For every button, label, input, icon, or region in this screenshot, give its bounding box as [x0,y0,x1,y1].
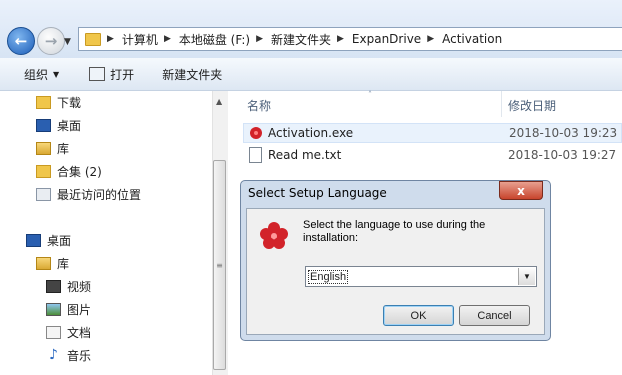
setup-language-dialog: Select Setup Language x Select the langu… [240,180,551,341]
chevron-right-icon[interactable]: ▶ [107,34,114,44]
navigation-pane: 下载 桌面 库 合集 (2) 最近访问的位置 桌面 库 视频 图片 文档 ♪ 音… [0,91,228,375]
open-button[interactable]: 打开 [89,66,134,83]
chevron-right-icon[interactable]: ▶ [427,34,434,44]
dialog-message: Select the language to use during the in… [303,219,486,244]
nav-label: 文档 [67,326,92,340]
scroll-up-icon[interactable]: ▲ [216,97,222,106]
chevron-right-icon[interactable]: ▶ [256,34,263,44]
app-flower-icon [250,127,262,139]
language-select[interactable]: English ▼ [305,266,537,287]
chevron-down-icon: ▼ [53,69,60,79]
organize-button[interactable]: 组织 ▼ [24,66,59,83]
nav-label: 桌面 [47,234,72,248]
ok-button[interactable]: OK [383,305,454,326]
chevron-down-icon[interactable]: ▼ [518,268,535,285]
music-note-icon: ♪ [49,347,58,363]
forward-arrow-icon[interactable]: → [37,27,65,55]
nav-item-recent-places[interactable]: 最近访问的位置 [36,186,141,203]
cancel-button[interactable]: Cancel [459,305,530,326]
library-icon [36,142,51,155]
address-bar[interactable]: ▶ 计算机 ▶ 本地磁盘 (F:) ▶ 新建文件夹 ▶ ExpanDrive ▶… [78,27,622,51]
new-folder-button[interactable]: 新建文件夹 [162,66,222,83]
sort-chevron-icon: ˄ [368,90,372,99]
nav-item-desktop[interactable]: 桌面 [36,117,81,134]
nav-label: 音乐 [67,349,92,363]
nav-item-libraries-root[interactable]: 库 [36,255,69,272]
breadcrumb-item[interactable]: ExpanDrive [352,32,421,46]
recent-places-icon [36,188,51,201]
folder-icon [36,165,51,178]
video-icon [46,280,61,293]
nav-label: 合集 (2) [57,165,102,179]
document-icon [46,326,61,339]
language-selected: English [308,269,349,284]
text-file-icon [249,147,262,163]
nav-label: 库 [57,142,70,156]
command-bar: 组织 ▼ 打开 新建文件夹 [0,58,622,91]
dialog-title: Select Setup Language [248,186,387,200]
nav-item-libraries[interactable]: 库 [36,140,69,157]
nav-label: 桌面 [57,119,82,133]
open-label: 打开 [110,67,135,82]
chevron-right-icon[interactable]: ▶ [164,34,171,44]
file-row[interactable]: Read me.txt 2018-10-03 19:27 [243,145,622,165]
nav-label: 图片 [67,303,92,317]
close-button[interactable]: x [499,181,543,200]
back-arrow-icon[interactable]: ← [7,27,35,55]
column-header-date[interactable]: 修改日期 [508,97,556,114]
nav-label: 库 [57,257,70,271]
breadcrumb-item[interactable]: 本地磁盘 (F:) [179,31,250,48]
file-date: 2018-10-03 19:27 [508,148,617,162]
folder-icon [36,96,51,109]
close-icon: x [517,183,525,198]
folder-icon [85,32,101,46]
library-icon [36,257,51,270]
nav-label: 视频 [67,280,92,294]
desktop-icon [36,119,51,132]
breadcrumb-item[interactable]: Activation [442,32,502,46]
scrollbar-thumb[interactable]: ≡ [213,160,226,370]
organize-label: 组织 [24,67,49,82]
history-dropdown-icon[interactable]: ▼ [64,37,71,47]
file-row[interactable]: Activation.exe 2018-10-03 19:23 [243,123,622,143]
nav-item-desktop-root[interactable]: 桌面 [26,232,71,249]
file-name: Read me.txt [268,148,342,162]
column-header-name[interactable]: 名称 [247,97,271,114]
nav-item-music[interactable]: ♪ 音乐 [46,347,91,364]
nav-item-collection[interactable]: 合集 (2) [36,163,102,180]
nav-item-documents[interactable]: 文档 [46,324,91,341]
app-flower-icon [260,222,288,249]
new-folder-label: 新建文件夹 [162,67,223,82]
open-icon [89,67,106,81]
picture-icon [46,303,61,316]
dialog-body: Select the language to use during the in… [246,208,545,335]
nav-label: 最近访问的位置 [57,188,142,202]
breadcrumb-item[interactable]: 新建文件夹 [271,31,331,48]
breadcrumb-item[interactable]: 计算机 [122,31,158,48]
column-divider[interactable] [501,91,502,117]
nav-item-downloads[interactable]: 下载 [36,94,81,111]
nav-label: 下载 [57,96,82,110]
chevron-right-icon[interactable]: ▶ [337,34,344,44]
file-name: Activation.exe [268,126,354,140]
file-date: 2018-10-03 19:23 [509,126,618,140]
desktop-icon [26,234,41,247]
nav-item-pictures[interactable]: 图片 [46,301,91,318]
nav-item-videos[interactable]: 视频 [46,278,91,295]
